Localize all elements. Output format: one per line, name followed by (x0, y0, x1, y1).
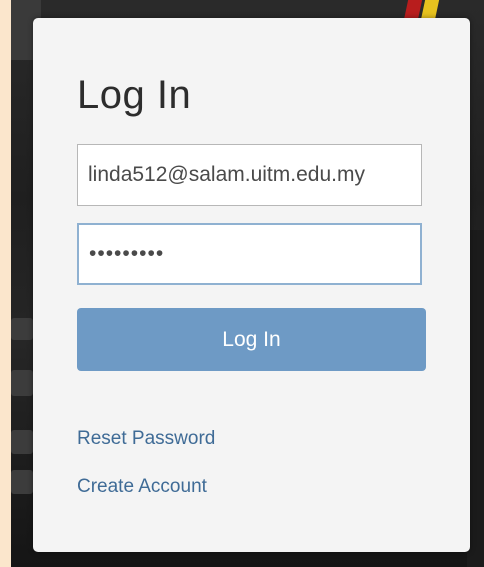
background-shape (11, 470, 33, 494)
create-account-link[interactable]: Create Account (77, 476, 207, 498)
background-shape (403, 0, 423, 20)
login-modal: Log In Log In Reset Password Create Acco… (33, 18, 470, 552)
reset-password-link[interactable]: Reset Password (77, 428, 215, 450)
login-button[interactable]: Log In (77, 308, 426, 371)
password-field[interactable] (77, 223, 422, 285)
login-title: Log In (77, 73, 192, 117)
background-shape (11, 318, 33, 340)
background-shape (420, 0, 440, 20)
email-field[interactable] (77, 144, 422, 206)
background-shape (11, 370, 33, 396)
background-shape (11, 430, 33, 454)
